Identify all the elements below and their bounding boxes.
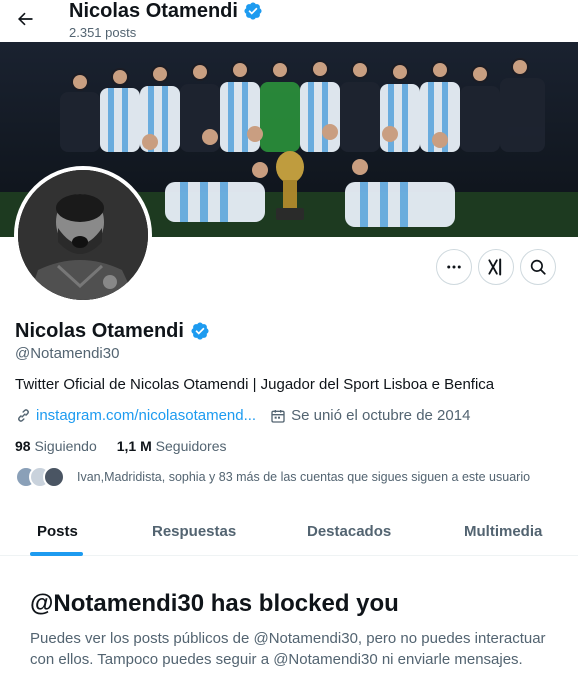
verified-badge-icon[interactable] [190, 321, 210, 341]
verified-badge-icon [244, 2, 262, 20]
profile-name: Nicolas Otamendi [15, 319, 210, 343]
tab-highlights[interactable]: Destacados [307, 523, 391, 540]
profile-bio: Twitter Oficial de Nicolas Otamendi | Ju… [15, 376, 495, 393]
grok-icon [488, 258, 502, 276]
tab-media[interactable]: Multimedia [464, 523, 542, 540]
header-name: Nicolas Otamendi [69, 0, 238, 22]
back-button[interactable] [12, 6, 38, 32]
following-label: Siguiendo [34, 438, 97, 454]
search-icon [530, 259, 546, 275]
arrow-left-icon [18, 12, 33, 26]
profile-name-text: Nicolas Otamendi [15, 320, 184, 342]
active-tab-indicator [30, 552, 83, 556]
profile-handle: @Notamendi30 [15, 345, 120, 362]
following-count: 98 [15, 438, 31, 454]
blocked-message: Puedes ver los posts públicos de @Notame… [30, 630, 546, 668]
link-icon [18, 409, 29, 422]
followers-link[interactable]: 1,1 M Seguidores [117, 438, 227, 454]
blocked-title: @Notamendi30 has blocked you [30, 590, 399, 617]
more-options-button[interactable] [436, 249, 472, 285]
grok-button[interactable] [478, 249, 514, 285]
calendar-icon [271, 409, 285, 423]
profile-tabs: Posts Respuestas Destacados Multimedia [0, 508, 578, 556]
profile-link[interactable]: instagram.com/nicolasotamend... [36, 407, 256, 424]
search-profile-button[interactable] [520, 249, 556, 285]
tab-replies[interactable]: Respuestas [152, 523, 236, 540]
followers-count: 1,1 M [116, 438, 152, 454]
followed-by-text: Ivan,Madridista, sophia y 83 más de las … [77, 470, 531, 484]
follow-stats: 98 Siguiendo 1,1 M Seguidores [15, 438, 226, 454]
followed-by[interactable]: Ivan,Madridista, sophia y 83 más de las … [15, 466, 530, 488]
tab-posts[interactable]: Posts [37, 523, 78, 540]
avatar-photo [18, 170, 148, 300]
header-title: Nicolas Otamendi [69, 0, 263, 22]
profile-avatar[interactable] [14, 166, 152, 304]
post-count: 2.351 posts [69, 25, 137, 40]
profile-meta: instagram.com/nicolasotamend... Se unió … [15, 407, 470, 424]
followers-label: Seguidores [155, 438, 227, 454]
top-bar: Nicolas Otamendi 2.351 posts [0, 0, 578, 42]
follower-avatar [43, 466, 65, 488]
more-dots-icon [447, 265, 461, 269]
following-link[interactable]: 98 Siguiendo [15, 438, 97, 454]
joined-date: Se unió el octubre de 2014 [291, 407, 471, 424]
